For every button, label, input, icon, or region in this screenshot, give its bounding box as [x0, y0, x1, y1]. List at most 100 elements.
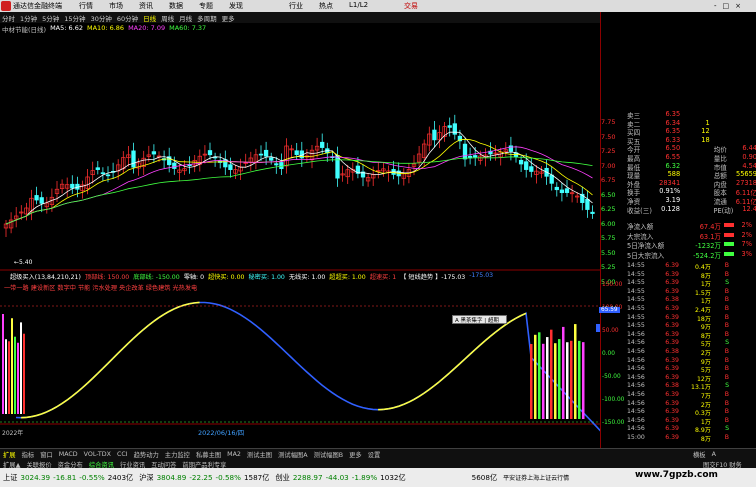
- trend-curve-up: [81, 382, 88, 389]
- candle-body: [70, 183, 75, 189]
- tab-indicator-11[interactable]: 测试幅图A: [275, 450, 311, 459]
- trade-button[interactable]: 交易: [404, 1, 418, 11]
- flow-pct: 2%: [741, 230, 752, 239]
- candle-body: [34, 195, 39, 201]
- tick-volume: 9万: [700, 324, 711, 332]
- candle-body: [529, 166, 534, 172]
- period-tab-4[interactable]: 30分钟: [91, 13, 112, 23]
- tab-indicator-4[interactable]: VOL-TDX: [81, 451, 114, 458]
- period-tab-3[interactable]: 15分钟: [64, 13, 85, 23]
- tick-row: 15:00 6.39 8万 B: [627, 434, 756, 443]
- close-icon[interactable]: ×: [735, 2, 741, 10]
- minimize-icon[interactable]: -: [714, 2, 717, 10]
- trend-curve-up: [489, 331, 496, 337]
- tick-time: 14:56: [627, 330, 645, 338]
- trend-curve-up: [91, 373, 99, 380]
- candle-body: [228, 164, 233, 170]
- right-tab-row: 横板 A: [690, 449, 719, 459]
- index-quote-2[interactable]: 创业 2288.97 -44.03 -1.89% 1032亿: [275, 473, 405, 483]
- tick-side: B: [724, 373, 729, 381]
- tick-time: 14:56: [627, 425, 645, 433]
- candle-body: [452, 123, 457, 135]
- tab-indicator-12[interactable]: 测试幅图B: [311, 450, 347, 459]
- menu-item-2[interactable]: 资讯: [131, 1, 161, 11]
- price-axis-label: 5.75: [601, 234, 616, 242]
- tab-indicator-0[interactable]: 扩展: [0, 450, 19, 459]
- menu-item-7[interactable]: 行业: [281, 1, 311, 11]
- candle-body: [335, 155, 340, 179]
- indicator-legend-0: 超级买入(13,84,210,21): [10, 274, 81, 281]
- tab-indicator-14[interactable]: 设置: [365, 450, 384, 459]
- tick-price: 6.39: [665, 313, 679, 321]
- app-logo-icon: [1, 1, 11, 11]
- period-tab-10[interactable]: 更多: [222, 13, 235, 23]
- tab-a[interactable]: A: [709, 451, 719, 458]
- trend-curve-up: [459, 358, 466, 365]
- trend-curve-up: [107, 357, 114, 365]
- period-tab-1[interactable]: 1分钟: [20, 13, 37, 23]
- tab-indicator-7[interactable]: 主力监控: [162, 450, 193, 459]
- index-amount: 1587亿: [243, 472, 270, 482]
- ind-axis-label: 150.00: [602, 282, 623, 288]
- tab-landscape[interactable]: 横板: [690, 450, 709, 459]
- kline-chart[interactable]: ←5.40 2022/06/16/四 2022年: [0, 24, 600, 448]
- period-tab-6[interactable]: 日线: [143, 13, 156, 23]
- trend-curve-up: [408, 398, 415, 403]
- chart-popup[interactable]: A 黑茶集字 | 超期: [452, 315, 507, 324]
- trend-curve-up: [464, 353, 471, 360]
- period-tab-7[interactable]: 周线: [161, 13, 174, 23]
- menu-item-4[interactable]: 专题: [191, 1, 221, 11]
- flow-value: -524.2万: [693, 251, 721, 260]
- trend-curve-up: [66, 395, 73, 401]
- candle-body: [172, 162, 177, 169]
- tick-side: B: [724, 408, 729, 416]
- tick-side: B: [724, 262, 729, 269]
- tick-side: S: [725, 279, 729, 287]
- tick-volume: 1万: [700, 418, 711, 426]
- index-quote-1[interactable]: 沪深 3804.89 -22.25 -0.58% 1587亿: [139, 473, 269, 483]
- period-tab-8[interactable]: 月线: [179, 13, 192, 23]
- ma-legend-1: MA10: 6.86: [87, 24, 125, 32]
- index-value: 2288.97: [292, 472, 323, 482]
- maximize-icon[interactable]: □: [723, 2, 730, 10]
- trend-curve-up: [184, 302, 190, 306]
- trend-curve-up: [189, 302, 195, 305]
- tab-indicator-13[interactable]: 更多: [346, 450, 365, 459]
- chart-area[interactable]: ←5.40 2022/06/16/四 2022年: [0, 24, 600, 448]
- bottom-tabs: 扩展 指标 窗口 MACD VOL-TDX CCI 趋势动力 主力监控 私募主图 MA2 测试主图测…: [0, 448, 756, 469]
- tab-indicator-8[interactable]: 私募主图: [193, 450, 224, 459]
- trend-curve-up: [26, 415, 32, 419]
- period-tab-5[interactable]: 60分钟: [117, 13, 138, 23]
- tab-indicator-10[interactable]: 测试主图: [244, 450, 275, 459]
- menu-item-8[interactable]: 热点: [311, 1, 341, 11]
- menu-item-9[interactable]: L1/L2: [341, 1, 376, 11]
- tab-indicator-6[interactable]: 趋势动力: [131, 450, 162, 459]
- flow-key: 5日大宗流入: [627, 251, 665, 260]
- candle-body: [462, 143, 468, 160]
- index-change: -22.25: [189, 472, 213, 482]
- tick-row: 14:56 6.39 0.3万 B: [627, 408, 756, 417]
- menu-item-1[interactable]: 市场: [101, 1, 131, 11]
- tab-indicator-1[interactable]: 指标: [19, 450, 38, 459]
- trend-curve-up: [443, 372, 451, 379]
- tab-indicator-5[interactable]: CCI: [114, 451, 131, 458]
- trend-curve-up: [494, 327, 501, 333]
- period-tab-0[interactable]: 分时: [2, 13, 15, 23]
- period-tab-2[interactable]: 5分钟: [42, 13, 59, 23]
- tab-indicator-9[interactable]: MA2: [224, 451, 244, 458]
- tick-volume: 9万: [700, 358, 711, 366]
- menu-item-3[interactable]: 数据: [161, 1, 191, 11]
- tick-price: 6.39: [665, 434, 679, 441]
- trend-curve-up: [46, 408, 53, 413]
- quote-value: 0.128: [661, 204, 681, 213]
- trend-curve-up: [403, 401, 410, 406]
- period-tab-9[interactable]: 多周期: [197, 13, 217, 23]
- ind-axis-label: 50.00: [602, 328, 619, 334]
- tab-indicator-2[interactable]: 窗口: [37, 450, 56, 459]
- candle-body: [549, 174, 554, 184]
- menu-item-5[interactable]: 发现: [221, 1, 251, 11]
- tick-side: B: [724, 305, 729, 312]
- tab-indicator-3[interactable]: MACD: [56, 451, 81, 458]
- menu-item-0[interactable]: 行情: [71, 1, 101, 11]
- index-quote-0[interactable]: 上证 3024.39 -16.81 -0.55% 2403亿: [0, 473, 133, 483]
